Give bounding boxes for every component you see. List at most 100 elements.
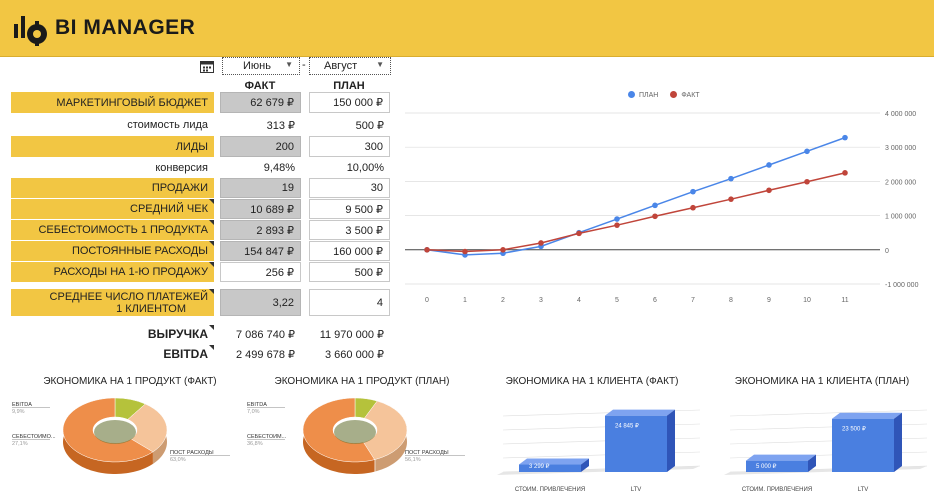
pie-plan-title: ЭКОНОМИКА НА 1 ПРОДУКТ (ПЛАН) <box>274 376 450 387</box>
unit-economics-plan-pie: EBITDA7,0% СЕБЕСТОИМ...36,8% ПОСТ РАСХОДЫ5… <box>247 397 465 474</box>
data-point <box>690 204 696 211</box>
data-point <box>728 196 734 202</box>
y-tick-label: 3 000 000 <box>885 145 916 152</box>
bar-side <box>667 409 675 472</box>
fixed-costs-label: ПОСТОЯННЫЕ РАСХОДЫ <box>11 241 214 261</box>
avg-payments-fact: 3,22 <box>220 289 301 316</box>
pie-label: ПОСТ РАСХОДЫ <box>405 450 449 456</box>
leads-fact: 200 <box>220 136 301 157</box>
marketing-budget-label: МАРКЕТИНГОВЫЙ БЮДЖЕТ <box>11 92 214 113</box>
conversion-plan: 10,00% <box>346 162 384 174</box>
pie-pct: 27,1% <box>12 441 28 447</box>
pie-label-group: ПОСТ РАСХОДЫ63,0% <box>170 450 230 463</box>
date-filters: Июнь ▼ - Август ▼ <box>0 57 400 77</box>
conversion-fact: 9,48% <box>263 162 295 174</box>
first-sale-costs-fact: 256 ₽ <box>220 262 301 282</box>
leads-plan[interactable]: 300 <box>309 136 390 157</box>
ebitda-fact: 2 499 678 ₽ <box>236 348 295 361</box>
chevron-down-icon: ▼ <box>376 60 384 69</box>
series-line-plan <box>426 136 846 256</box>
unit-cost-label: СЕБЕСТОИМОСТЬ 1 ПРОДУКТА <box>11 220 214 240</box>
data-point <box>652 213 658 220</box>
pie-label: EBITDA <box>247 402 267 408</box>
avg-payments-label: СРЕДНЕЕ ЧИСЛО ПЛАТЕЖЕЙ 1 КЛИЕНТОМ <box>11 289 214 316</box>
bar-fact-title: ЭКОНОМИКА НА 1 КЛИЕНТА (ФАКТ) <box>505 376 679 387</box>
unit-economics-fact-pie: EBITDA9,9% СЕБЕСТОИМО...27,1% ПОСТ РАСХОДЫ… <box>12 397 230 474</box>
legend-fact: ФАКТ <box>670 91 700 99</box>
ebitda-plan: 3 660 000 ₽ <box>325 348 384 361</box>
bar-category-label: СТОИМ. ПРИВЛЕЧЕНИЯ <box>742 487 812 493</box>
bar-value-label: 23 500 ₽ <box>842 426 866 433</box>
lead-cost-fact: 313 ₽ <box>266 119 295 132</box>
revenue-plan: 11 970 000 ₽ <box>319 328 384 341</box>
marketing-budget-fact: 62 679 ₽ <box>220 92 301 113</box>
fixed-costs-plan[interactable]: 160 000 ₽ <box>309 241 390 261</box>
calendar-icon[interactable] <box>200 60 214 73</box>
month-from-select[interactable]: Июнь ▼ <box>222 57 300 75</box>
data-point <box>538 240 544 246</box>
avg-payments-plan[interactable]: 4 <box>309 289 390 316</box>
fact-column-header: ФАКТ <box>244 80 276 92</box>
pie-pct: 36,8% <box>247 441 263 447</box>
y-tick-label: 2 000 000 <box>885 179 916 186</box>
avg-check-plan[interactable]: 9 500 ₽ <box>309 199 390 219</box>
bar-value-label: 3 299 ₽ <box>529 463 550 470</box>
x-tick-label: 8 <box>729 297 733 304</box>
unit-cost-fact: 2 893 ₽ <box>220 220 301 240</box>
donut-hole <box>334 420 376 444</box>
avg-check-fact: 10 689 ₽ <box>220 199 301 219</box>
bar-top <box>746 454 816 461</box>
marketing-budget-plan[interactable]: 150 000 ₽ <box>309 92 390 113</box>
bar-side <box>894 412 902 472</box>
y-tick-label: -1 000 000 <box>885 282 919 289</box>
pie-label-group: ПОСТ РАСХОДЫ56,1% <box>405 450 465 463</box>
bar-top <box>832 412 902 419</box>
data-point <box>614 222 620 228</box>
data-point <box>804 178 810 185</box>
pie-pct: 7,0% <box>247 409 260 415</box>
pie-label: СЕБЕСТОИМО... <box>12 434 56 440</box>
data-point <box>766 162 772 168</box>
data-point <box>690 188 696 195</box>
fixed-costs-fact: 154 847 ₽ <box>220 241 301 261</box>
app-header: BI MANAGER <box>0 0 934 57</box>
lead-cost-label: стоимость лида <box>127 119 208 131</box>
pie-label-group: СЕБЕСТОИМО...27,1% <box>12 434 56 447</box>
y-tick-label: 0 <box>885 248 889 255</box>
y-tick-label: 1 000 000 <box>885 214 916 221</box>
month-to-select[interactable]: Август ▼ <box>309 57 391 75</box>
sales-label: ПРОДАЖИ <box>11 178 214 198</box>
unit-cost-plan[interactable]: 3 500 ₽ <box>309 220 390 240</box>
donut-hole <box>94 420 136 444</box>
pie-label: СЕБЕСТОИМ... <box>247 434 287 440</box>
x-tick-label: 5 <box>615 297 619 304</box>
month-from-value: Июнь <box>243 60 271 72</box>
y-tick-label: 4 000 000 <box>885 111 916 118</box>
data-point <box>804 148 810 155</box>
bi-manager-logo-icon <box>14 16 47 46</box>
pie-label: EBITDA <box>12 402 32 408</box>
data-point <box>614 216 620 222</box>
data-point <box>424 247 430 253</box>
sales-plan[interactable]: 30 <box>309 178 390 198</box>
x-tick-label: 10 <box>803 297 811 304</box>
data-point <box>462 248 468 255</box>
x-tick-label: 2 <box>501 297 505 304</box>
data-point <box>652 202 658 209</box>
x-tick-label: 7 <box>691 297 695 304</box>
first-sale-costs-plan[interactable]: 500 ₽ <box>309 262 390 282</box>
bar-plan-title: ЭКОНОМИКА НА 1 КЛИЕНТА (ПЛАН) <box>734 376 910 387</box>
bar-top <box>605 409 675 416</box>
data-point <box>728 175 734 182</box>
bar-category-label: LTV <box>631 487 642 493</box>
conversion-label: конверсия <box>155 162 208 174</box>
data-point <box>842 170 848 176</box>
month-to-value: Август <box>324 60 358 72</box>
plan-column-header: ПЛАН <box>333 80 365 92</box>
pie-label: ПОСТ РАСХОДЫ <box>170 450 214 456</box>
data-point <box>842 134 848 141</box>
avg-check-label: СРЕДНИЙ ЧЕК <box>11 199 214 219</box>
pie-label-group: EBITDA9,9% <box>12 402 50 415</box>
leads-label: ЛИДЫ <box>11 136 214 157</box>
bar-value-label: 24 845 ₽ <box>615 423 639 430</box>
